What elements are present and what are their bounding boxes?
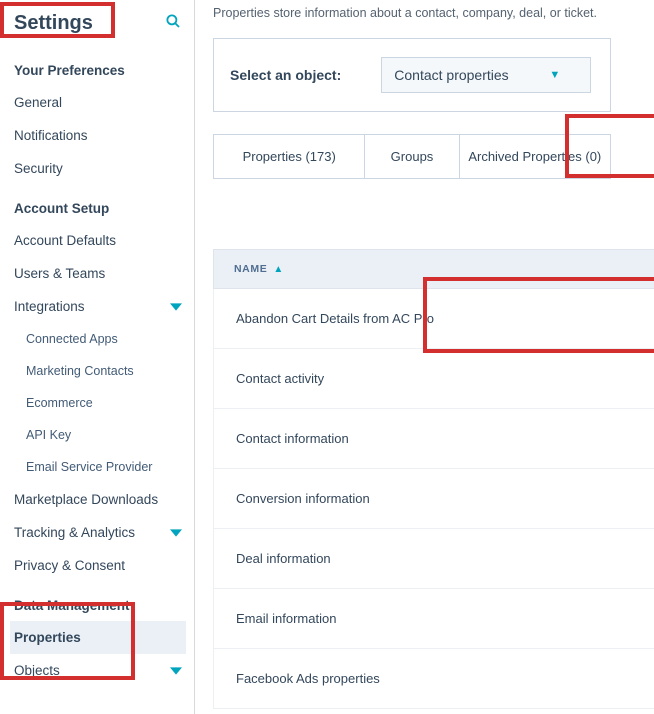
main-content: Properties store information about a con… bbox=[195, 0, 654, 714]
page-title: Settings bbox=[14, 12, 93, 35]
table-row[interactable]: Contact information bbox=[213, 409, 654, 469]
property-tabs: Properties (173) Groups Archived Propert… bbox=[213, 134, 611, 179]
settings-sidebar: Settings Your Preferences General Notifi… bbox=[0, 0, 195, 714]
tab-archived[interactable]: Archived Properties (0) bbox=[459, 134, 611, 179]
intro-text: Properties store information about a con… bbox=[213, 6, 654, 20]
chevron-down-icon bbox=[170, 527, 182, 539]
table-row[interactable]: Abandon Cart Details from AC Pro bbox=[213, 289, 654, 349]
sidebar-item-properties[interactable]: Properties bbox=[10, 621, 186, 654]
sidebar-item-account-defaults[interactable]: Account Defaults bbox=[10, 224, 186, 257]
object-select-dropdown[interactable]: Contact properties ▼ bbox=[381, 57, 591, 93]
sidebar-item-connected-apps[interactable]: Connected Apps bbox=[10, 323, 186, 355]
sort-asc-icon: ▲ bbox=[273, 264, 283, 275]
section-data-management: Data Management bbox=[10, 582, 186, 621]
object-select-row: Select an object: Contact properties ▼ bbox=[213, 38, 611, 112]
search-icon[interactable] bbox=[164, 12, 182, 35]
tab-properties[interactable]: Properties (173) bbox=[213, 134, 364, 179]
table-row[interactable]: Facebook Ads properties bbox=[213, 649, 654, 709]
sidebar-item-integrations[interactable]: Integrations bbox=[10, 290, 186, 323]
sidebar-item-email-service-provider[interactable]: Email Service Provider bbox=[10, 451, 186, 483]
sidebar-item-tracking-analytics[interactable]: Tracking & Analytics bbox=[10, 516, 186, 549]
sidebar-item-general[interactable]: General bbox=[10, 86, 186, 119]
sidebar-item-ecommerce[interactable]: Ecommerce bbox=[10, 387, 186, 419]
sidebar-item-marketplace-downloads[interactable]: Marketplace Downloads bbox=[10, 483, 186, 516]
select-value: Contact properties bbox=[394, 67, 508, 83]
table-row[interactable]: Conversion information bbox=[213, 469, 654, 529]
sidebar-item-security[interactable]: Security bbox=[10, 152, 186, 185]
sidebar-item-users-teams[interactable]: Users & Teams bbox=[10, 257, 186, 290]
table-row[interactable]: Contact activity bbox=[213, 349, 654, 409]
table-header-row[interactable]: NAME ▲ bbox=[213, 249, 654, 289]
table-row[interactable]: Deal information bbox=[213, 529, 654, 589]
groups-table: NAME ▲ Abandon Cart Details from AC Pro … bbox=[213, 249, 654, 709]
sidebar-item-marketing-contacts[interactable]: Marketing Contacts bbox=[10, 355, 186, 387]
sidebar-item-objects[interactable]: Objects bbox=[10, 654, 186, 687]
select-object-label: Select an object: bbox=[230, 67, 341, 83]
section-your-preferences: Your Preferences bbox=[10, 47, 186, 86]
sidebar-item-privacy-consent[interactable]: Privacy & Consent bbox=[10, 549, 186, 582]
chevron-down-icon bbox=[170, 665, 182, 677]
sidebar-item-api-key[interactable]: API Key bbox=[10, 419, 186, 451]
table-row[interactable]: Email information bbox=[213, 589, 654, 649]
sidebar-item-notifications[interactable]: Notifications bbox=[10, 119, 186, 152]
tab-groups[interactable]: Groups bbox=[364, 134, 458, 179]
caret-down-icon: ▼ bbox=[549, 69, 560, 81]
chevron-down-icon bbox=[170, 301, 182, 313]
section-account-setup: Account Setup bbox=[10, 185, 186, 224]
col-header-name: NAME bbox=[234, 263, 267, 275]
